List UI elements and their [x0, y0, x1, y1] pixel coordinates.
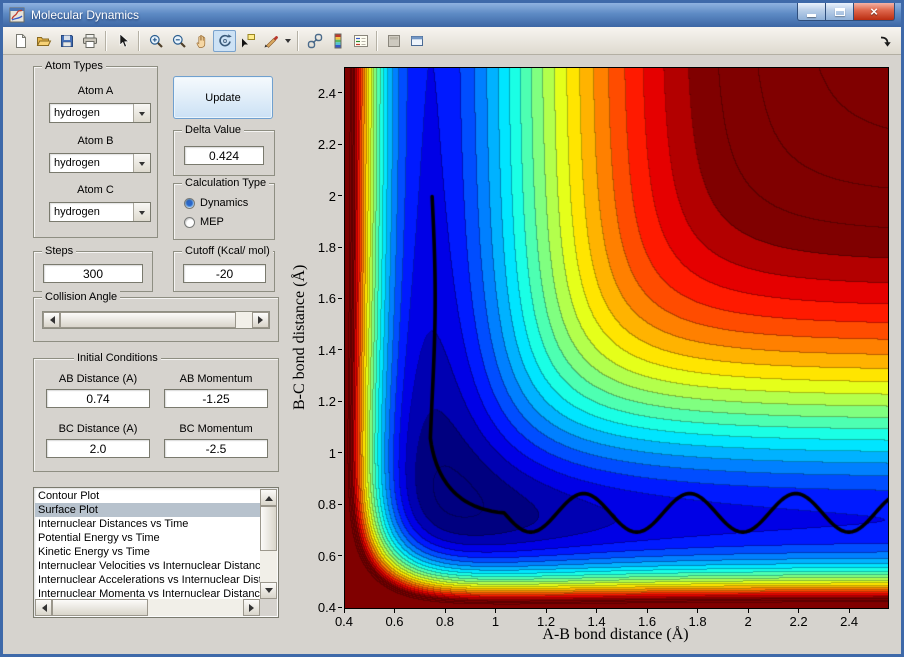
- toolbar-brush-data[interactable]: [259, 30, 282, 52]
- toolbar-save-figure[interactable]: [55, 30, 78, 52]
- print-figure-icon: [82, 33, 97, 48]
- toolbar-separator: [297, 30, 299, 51]
- y-tick-mark: [338, 503, 342, 505]
- y-tick-label: 2.2: [317, 137, 336, 153]
- figure-client-area: Atom Types Atom A hydrogen Atom B hydrog…: [3, 55, 901, 654]
- toolbar-separator: [105, 30, 107, 51]
- brush-icon: [264, 35, 278, 48]
- x-tick-label: 1.6: [638, 614, 657, 629]
- titlebar[interactable]: Molecular Dynamics ×: [3, 3, 901, 27]
- x-tick-label: 1.2: [536, 614, 556, 629]
- x-tick-label: 0.4: [334, 614, 354, 629]
- toolbar-link-plot[interactable]: [303, 30, 326, 52]
- pan-hand-icon: [196, 34, 205, 48]
- dock-figure-icon: [410, 35, 423, 46]
- toolbar-hide-plot-tools[interactable]: [382, 30, 405, 52]
- toolbar-separator: [376, 30, 378, 51]
- toolbar-separator: [138, 30, 140, 51]
- x-tick-label: 0.6: [385, 614, 404, 629]
- x-tick-label: 1.4: [587, 614, 606, 629]
- y-tick-mark: [338, 606, 342, 608]
- x-tick-mark: [798, 609, 800, 613]
- y-tick-mark: [338, 297, 342, 299]
- x-tick-mark: [697, 609, 699, 613]
- maximize-icon: [834, 7, 845, 16]
- y-tick-label: 1.2: [317, 394, 336, 410]
- toolbar-edit-plot[interactable]: [111, 30, 134, 52]
- brush-dropdown-button[interactable]: [282, 30, 293, 52]
- toolbar-data-cursor[interactable]: [236, 30, 259, 52]
- toolbar-rotate-3d[interactable]: [213, 29, 236, 52]
- x-tick-mark: [747, 609, 749, 613]
- x-tick-label: 0.8: [435, 614, 455, 629]
- toolbar-new-figure[interactable]: [9, 30, 32, 52]
- toolbar-pan[interactable]: [190, 30, 213, 52]
- toolbar-dock-figure[interactable]: [405, 30, 428, 52]
- x-tick-label: 1: [491, 614, 500, 629]
- y-tick-mark: [338, 349, 342, 351]
- x-tick-mark: [394, 609, 395, 613]
- x-tick-label: 1.8: [688, 614, 707, 629]
- window-title: Molecular Dynamics: [31, 8, 140, 22]
- x-tick-label: 2: [744, 614, 752, 629]
- toolbar-open-file[interactable]: [32, 30, 55, 52]
- toolbar-zoom-in[interactable]: [144, 30, 167, 52]
- toolbar-print-figure[interactable]: [78, 30, 101, 52]
- y-tick-label: 2.4: [317, 85, 336, 101]
- insert-colorbar-icon: [334, 33, 341, 48]
- contour-plot-canvas[interactable]: [344, 67, 889, 609]
- app-window: Molecular Dynamics × Atom Types Atom A h…: [0, 0, 904, 657]
- minimize-icon: [807, 13, 816, 17]
- y-tick-mark: [338, 555, 342, 557]
- y-tick-label: 2: [328, 188, 336, 204]
- toolbar-insert-colorbar[interactable]: [326, 30, 349, 52]
- y-tick-label: 0.4: [317, 600, 336, 615]
- window-controls: ×: [797, 3, 895, 21]
- x-tick-mark: [343, 609, 345, 613]
- x-tick-label: 2.4: [840, 614, 859, 629]
- dock-figure-corner-button[interactable]: [878, 34, 893, 54]
- x-tick-mark: [596, 609, 598, 613]
- zoom-in-icon: [149, 34, 163, 48]
- y-tick-mark: [338, 246, 342, 248]
- window-icon: [9, 7, 25, 23]
- hide-plot-tools-icon: [387, 34, 400, 47]
- minimize-button[interactable]: [797, 3, 825, 21]
- toolbar-zoom-out[interactable]: [167, 30, 190, 52]
- x-tick-mark: [848, 609, 850, 613]
- edit-plot-icon: [119, 32, 129, 47]
- y-tick-mark: [338, 92, 342, 94]
- maximize-button[interactable]: [825, 3, 853, 21]
- new-figure-icon: [15, 33, 26, 48]
- x-tick-mark: [444, 609, 446, 613]
- y-tick-label: 1.6: [317, 291, 336, 307]
- y-tick-label: 1.4: [317, 342, 336, 358]
- y-tick-label: 0.8: [317, 497, 336, 513]
- y-tick-mark: [338, 452, 342, 454]
- y-tick-mark: [338, 400, 342, 402]
- close-button[interactable]: ×: [853, 3, 895, 21]
- figure-toolbar: [3, 27, 901, 55]
- y-tick-label: 1: [328, 445, 336, 461]
- open-file-icon: [36, 36, 51, 46]
- y-tick-label: 0.6: [317, 548, 336, 564]
- x-tick-label: 2.2: [789, 614, 808, 629]
- dock-arrow-icon: [880, 36, 891, 47]
- zoom-out-icon: [172, 34, 186, 48]
- x-tick-mark: [646, 609, 648, 613]
- chevron-down-icon: [284, 39, 291, 46]
- link-plot-icon: [307, 33, 322, 48]
- rotate-3d-icon: [218, 33, 232, 46]
- x-tick-mark: [545, 609, 547, 613]
- toolbar-insert-legend[interactable]: [349, 30, 372, 52]
- data-cursor-icon: [241, 33, 255, 47]
- contour-chart: A-B bond distance (Å) B-C bond distance …: [3, 55, 901, 654]
- y-tick-mark: [338, 143, 342, 145]
- y-tick-mark: [338, 195, 342, 197]
- close-icon: ×: [870, 4, 878, 19]
- x-tick-mark: [495, 609, 497, 613]
- y-tick-label: 1.8: [317, 240, 336, 255]
- insert-legend-icon: [353, 34, 368, 47]
- save-figure-icon: [60, 34, 73, 47]
